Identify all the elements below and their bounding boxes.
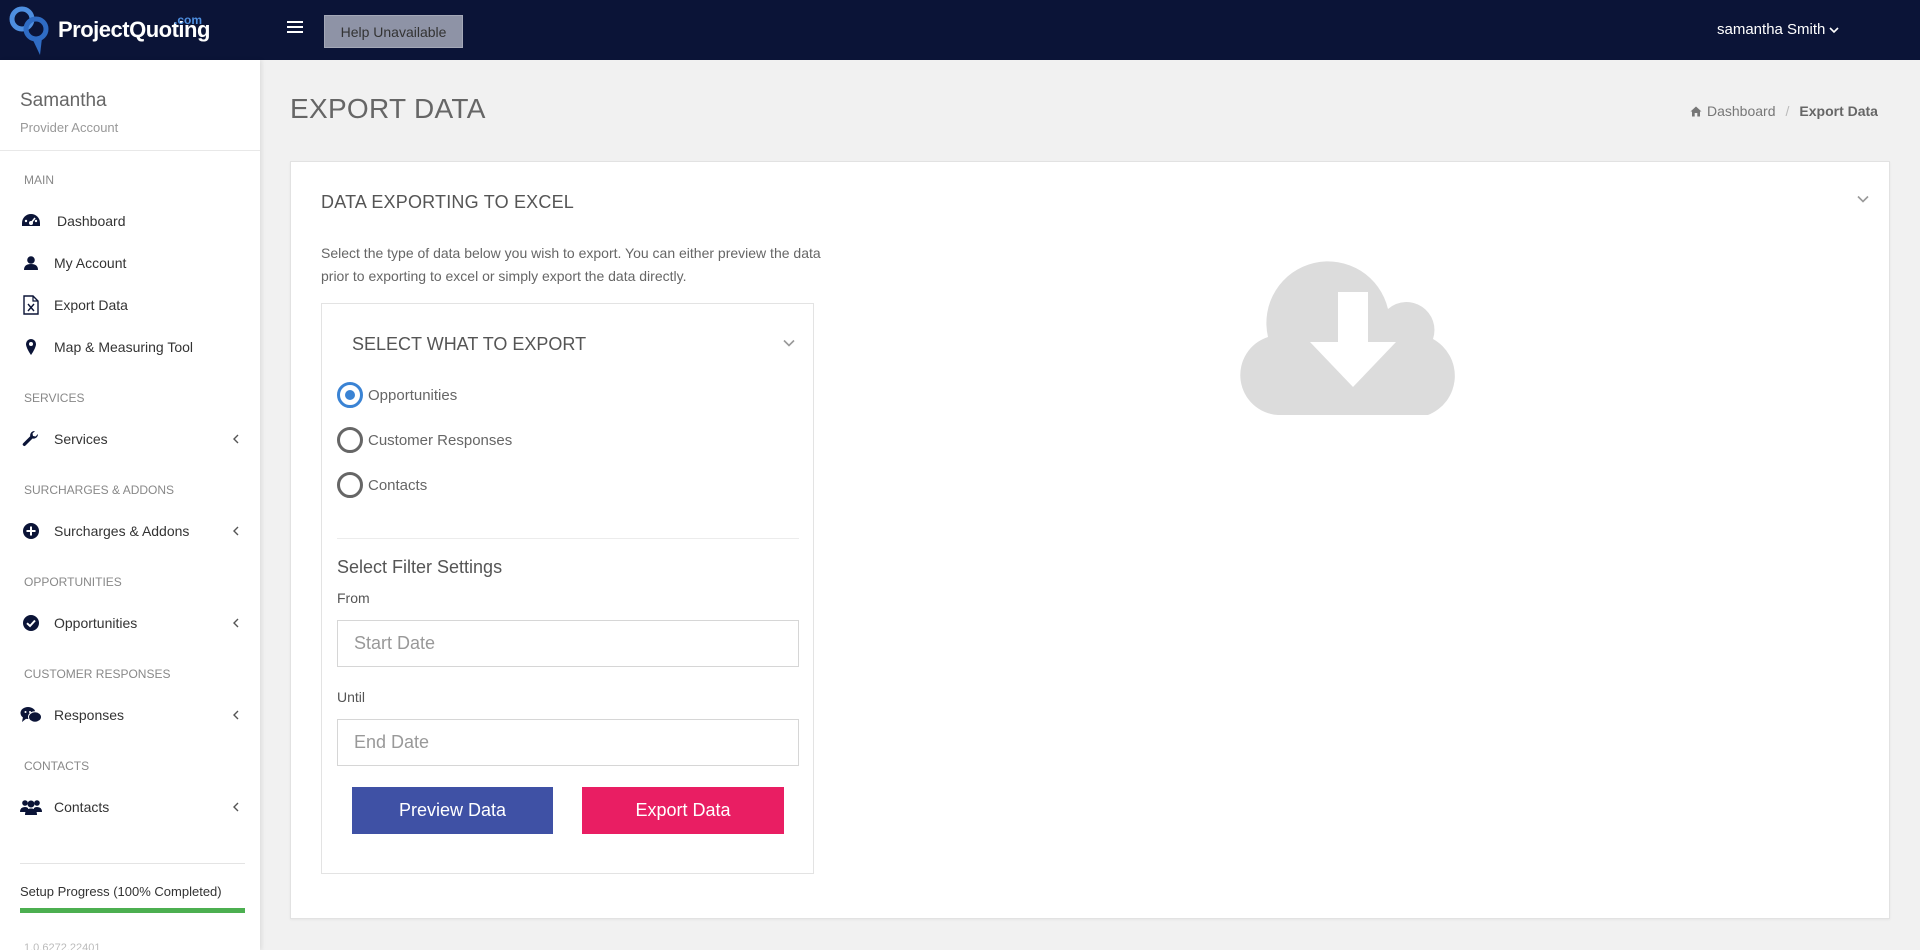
section-header-opportunities: OPPORTUNITIES xyxy=(24,575,122,589)
sidebar: Samantha Provider Account MAIN Dashboard… xyxy=(0,60,260,950)
radio-opportunities[interactable]: Opportunities xyxy=(337,380,457,410)
version-text: 1.0.6272.22401 xyxy=(24,942,101,950)
breadcrumb-home-label: Dashboard xyxy=(1707,103,1776,119)
sidebar-item-my-account[interactable]: My Account xyxy=(0,246,260,280)
filter-settings-title: Select Filter Settings xyxy=(337,557,503,577)
sidebar-item-label: Opportunities xyxy=(54,615,138,631)
sidebar-item-dashboard[interactable]: Dashboard xyxy=(0,204,260,238)
radio-button[interactable] xyxy=(337,472,363,498)
sidebar-item-label: Services xyxy=(54,431,108,447)
sidebar-item-surcharges-addons[interactable]: Surcharges & Addons xyxy=(0,514,260,548)
sidebar-item-opportunities[interactable]: Opportunities xyxy=(0,606,260,640)
page-title: EXPORT DATA xyxy=(290,93,486,124)
section-header-surcharges: SURCHARGES & ADDONS xyxy=(24,483,175,497)
user-icon xyxy=(20,252,42,274)
start-date-input[interactable] xyxy=(337,620,799,667)
radio-contacts[interactable]: Contacts xyxy=(337,470,427,500)
sidebar-item-contacts[interactable]: Contacts xyxy=(0,790,260,824)
export-card: DATA EXPORTING TO EXCEL Select the type … xyxy=(290,161,1890,919)
card-title: DATA EXPORTING TO EXCEL xyxy=(321,192,575,212)
radio-label: Contacts xyxy=(368,476,428,494)
users-icon xyxy=(20,796,42,818)
section-header-services: SERVICES xyxy=(24,391,85,405)
breadcrumb-separator: / xyxy=(1785,103,1790,119)
end-date-input[interactable] xyxy=(337,719,799,766)
chevron-left-icon xyxy=(233,710,239,720)
setup-progress-fill xyxy=(20,908,245,913)
setup-progress-bar xyxy=(20,908,245,913)
profile-role: Provider Account xyxy=(20,120,119,135)
top-navbar: ProjectQuoting .com Help Unavailable sam… xyxy=(0,0,1920,60)
setup-progress-label: Setup Progress (100% Completed) xyxy=(20,884,222,899)
plus-circle-icon xyxy=(20,520,42,542)
logo[interactable]: ProjectQuoting .com xyxy=(8,5,210,55)
help-button[interactable]: Help Unavailable xyxy=(324,15,463,48)
map-marker-icon xyxy=(20,336,42,358)
sidebar-item-label: Surcharges & Addons xyxy=(54,523,190,539)
sidebar-item-label: Export Data xyxy=(54,297,128,313)
export-panel-title: SELECT WHAT TO EXPORT xyxy=(352,334,587,354)
sidebar-item-label: Dashboard xyxy=(57,213,126,229)
sidebar-item-label: Map & Measuring Tool xyxy=(54,339,194,355)
chevron-left-icon xyxy=(233,434,239,444)
until-label: Until xyxy=(337,689,366,705)
logo-icon xyxy=(9,6,49,55)
export-options-panel: SELECT WHAT TO EXPORT Opportunities Cust… xyxy=(321,303,814,874)
chevron-left-icon xyxy=(233,618,239,628)
chat-bubbles-icon xyxy=(20,704,42,726)
wrench-icon xyxy=(20,428,42,450)
dashboard-icon xyxy=(20,210,42,232)
excel-file-icon xyxy=(20,294,42,316)
chevron-down-icon[interactable] xyxy=(1856,192,1870,206)
sidebar-item-responses[interactable]: Responses xyxy=(0,698,260,732)
divider xyxy=(337,538,799,539)
cloud-download-icon xyxy=(1240,261,1455,415)
breadcrumb: Dashboard / Export Data xyxy=(1690,103,1878,119)
radio-button[interactable] xyxy=(337,382,363,408)
chevron-left-icon xyxy=(233,802,239,812)
sidebar-item-map-measuring-tool[interactable]: Map & Measuring Tool xyxy=(0,330,260,364)
chevron-down-icon xyxy=(1829,26,1839,33)
hamburger-menu-icon[interactable] xyxy=(287,21,303,37)
radio-label: Opportunities xyxy=(368,386,458,404)
divider xyxy=(20,863,245,864)
user-name: samantha Smith xyxy=(1717,21,1826,38)
logo-suffix: .com xyxy=(174,13,203,27)
sidebar-item-label: My Account xyxy=(54,255,127,271)
section-header-main: MAIN xyxy=(24,173,54,187)
from-label: From xyxy=(337,590,370,606)
sidebar-item-services[interactable]: Services xyxy=(0,422,260,456)
chevron-down-icon[interactable] xyxy=(782,336,796,350)
radio-customer-responses[interactable]: Customer Responses xyxy=(337,425,512,455)
chevron-left-icon xyxy=(233,526,239,536)
breadcrumb-home[interactable]: Dashboard xyxy=(1690,103,1776,119)
home-icon xyxy=(1690,106,1702,116)
check-circle-icon xyxy=(20,612,42,634)
sidebar-item-label: Contacts xyxy=(54,799,110,815)
section-header-contacts: CONTACTS xyxy=(24,759,90,773)
export-data-button[interactable]: Export Data xyxy=(582,787,784,834)
user-menu[interactable]: samantha Smith xyxy=(1717,21,1839,38)
radio-button[interactable] xyxy=(337,427,363,453)
divider xyxy=(0,150,260,151)
sidebar-item-export-data[interactable]: Export Data xyxy=(0,288,260,322)
sidebar-item-label: Responses xyxy=(54,707,125,723)
section-header-customer-responses: CUSTOMER RESPONSES xyxy=(24,667,171,681)
radio-label: Customer Responses xyxy=(368,431,513,449)
profile-name: Samantha xyxy=(20,90,107,111)
preview-data-button[interactable]: Preview Data xyxy=(352,787,553,834)
card-description: Select the type of data below you wish t… xyxy=(321,245,821,284)
breadcrumb-current: Export Data xyxy=(1799,103,1878,119)
